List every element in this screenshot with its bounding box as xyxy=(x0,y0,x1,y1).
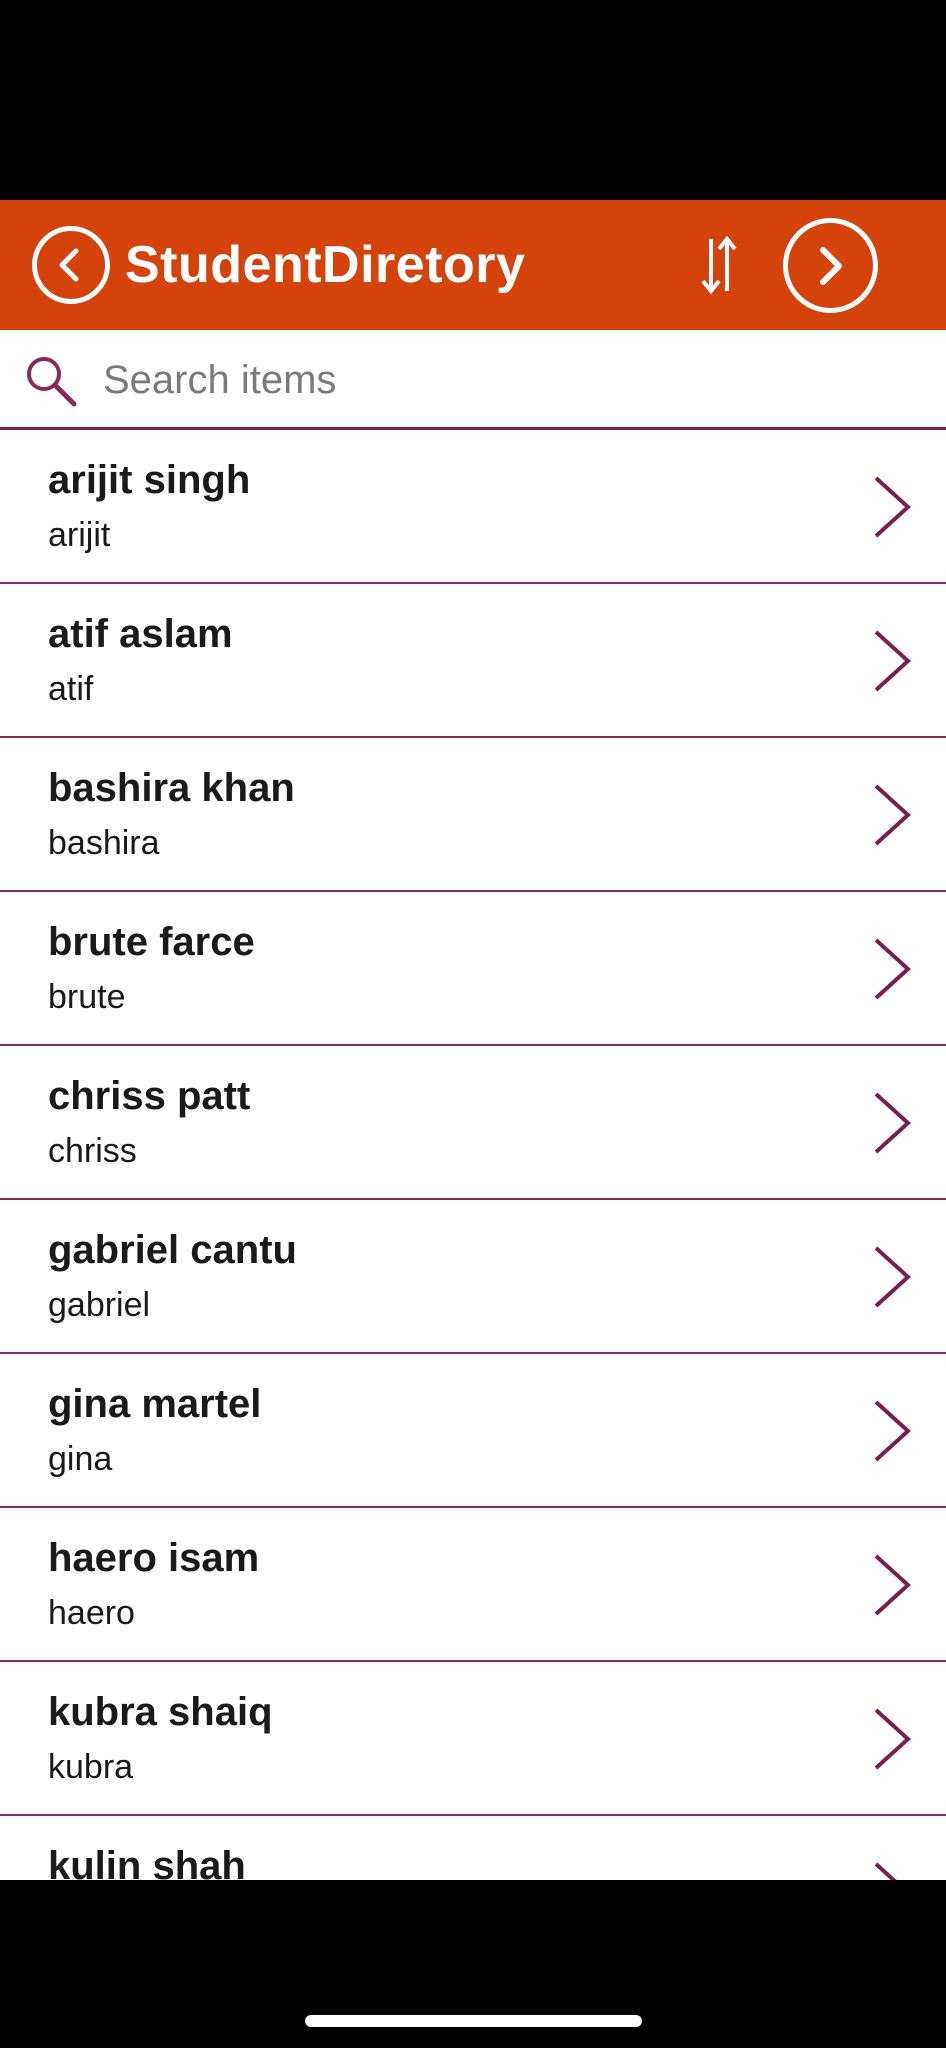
back-button[interactable] xyxy=(32,226,110,304)
next-button[interactable] xyxy=(783,218,878,313)
item-title: atif aslam xyxy=(48,612,233,656)
status-bar-area xyxy=(0,0,946,200)
chevron-left-circle-icon xyxy=(59,248,79,282)
item-subtitle: gabriel xyxy=(48,1286,151,1324)
list-item[interactable]: brute farce brute xyxy=(0,892,946,1046)
item-subtitle: arijit xyxy=(48,516,111,554)
list-item[interactable]: bashira khan bashira xyxy=(0,738,946,892)
item-title: brute farce xyxy=(48,920,255,964)
list-item[interactable]: kulin shah xyxy=(0,1816,946,1880)
sort-button[interactable] xyxy=(695,228,743,302)
home-indicator[interactable] xyxy=(305,2015,642,2027)
chevron-right-icon xyxy=(874,630,911,692)
item-title: arijit singh xyxy=(48,458,251,502)
item-title: kulin shah xyxy=(48,1844,246,1880)
item-subtitle: bashira xyxy=(48,824,160,862)
chevron-right-icon xyxy=(874,1708,911,1770)
app-header: StudentDiretory xyxy=(0,200,946,330)
chevron-right-icon xyxy=(874,476,911,538)
list-item[interactable]: arijit singh arijit xyxy=(0,430,946,584)
sort-arrows-icon xyxy=(701,235,737,295)
item-subtitle: kubra xyxy=(48,1748,134,1786)
chevron-right-icon xyxy=(874,1246,911,1308)
item-title: bashira khan xyxy=(48,766,295,810)
search-icon xyxy=(27,357,77,407)
item-subtitle: haero xyxy=(48,1594,135,1632)
list-item[interactable]: kubra shaiq kubra xyxy=(0,1662,946,1816)
chevron-right-icon xyxy=(874,1554,911,1616)
item-title: gabriel cantu xyxy=(48,1228,297,1272)
item-subtitle: brute xyxy=(48,978,126,1016)
student-list: arijit singh arijit atif aslam atif bash… xyxy=(0,430,946,1880)
item-title: haero isam xyxy=(48,1536,260,1580)
item-subtitle: atif xyxy=(48,670,94,708)
chevron-right-icon xyxy=(874,938,911,1000)
list-item[interactable]: gabriel cantu gabriel xyxy=(0,1200,946,1354)
list-item[interactable]: chriss patt chriss xyxy=(0,1046,946,1200)
list-item[interactable]: atif aslam atif xyxy=(0,584,946,738)
item-title: chriss patt xyxy=(48,1074,251,1118)
item-title: gina martel xyxy=(48,1382,262,1426)
chevron-right-icon xyxy=(874,784,911,846)
chevron-right-circle-icon xyxy=(819,246,842,285)
item-subtitle: chriss xyxy=(48,1132,137,1170)
item-title: kubra shaiq xyxy=(48,1690,273,1734)
page-title: StudentDiretory xyxy=(125,236,526,294)
chevron-right-icon xyxy=(874,1092,911,1154)
list-item[interactable]: haero isam haero xyxy=(0,1508,946,1662)
search-bar xyxy=(0,330,946,430)
list-item[interactable]: gina martel gina xyxy=(0,1354,946,1508)
item-subtitle: gina xyxy=(48,1440,113,1478)
search-input[interactable] xyxy=(103,352,903,408)
chevron-right-icon xyxy=(874,1400,911,1462)
chevron-right-icon xyxy=(874,1862,897,1880)
